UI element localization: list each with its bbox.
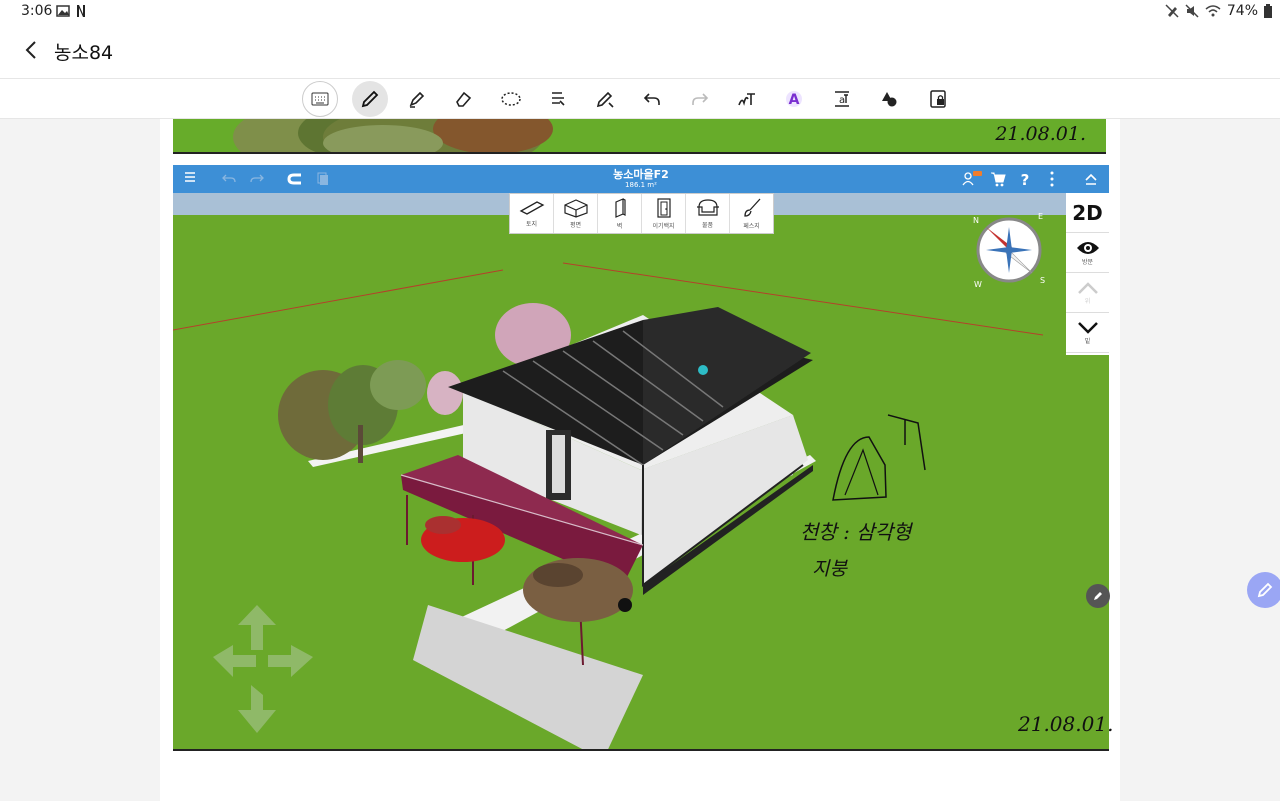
view-2d-button[interactable]: 2D: [1066, 193, 1109, 233]
homestyler-header: 농소마을F2 186.1 m² ?: [173, 165, 1109, 193]
gallery-icon: [56, 5, 70, 17]
door-icon: [656, 198, 671, 218]
lock-icon[interactable]: [920, 81, 956, 117]
compass-n: N: [973, 216, 979, 225]
community-icon[interactable]: [961, 171, 983, 187]
battery-icon: [1264, 4, 1272, 18]
svg-text:?: ?: [1021, 171, 1030, 187]
tool-wall[interactable]: 벽: [598, 194, 642, 233]
status-right: 74%: [1165, 3, 1272, 19]
build-tools-panel: 토지 평면 벽 이기백지 물품 페스지: [509, 193, 774, 234]
notification-icons: [56, 4, 86, 18]
previous-screenshot: 21.08.01.: [173, 119, 1106, 154]
eye-icon: [1076, 241, 1099, 254]
furniture-icon: [696, 199, 719, 216]
netflix-icon: [77, 5, 85, 17]
compass-icon[interactable]: N E S W: [966, 207, 1052, 293]
view-2d-label: 2D: [1072, 200, 1103, 225]
pen-icon: [1257, 582, 1273, 598]
keyboard-icon[interactable]: [302, 81, 338, 117]
tool-room[interactable]: 평면: [554, 194, 598, 233]
status-bar: 3:06 74%: [0, 0, 1280, 24]
compass-e: E: [1038, 212, 1043, 221]
tool-furniture[interactable]: 물품: [686, 194, 730, 233]
tool-label: 평면: [569, 222, 582, 229]
floating-pen-button[interactable]: [1247, 572, 1280, 608]
cart-icon[interactable]: [990, 171, 1006, 187]
more-options-icon[interactable]: [1049, 171, 1055, 187]
shapes-icon[interactable]: [871, 81, 907, 117]
floor-up-button[interactable]: 위: [1066, 273, 1109, 313]
pen-settings-icon[interactable]: [587, 81, 623, 117]
undo-icon[interactable]: [634, 81, 670, 117]
eye-label: 방문: [1081, 258, 1094, 266]
paint-brush-icon: [743, 198, 760, 217]
floor-icon: [519, 201, 544, 215]
view-side-panel: 2D 방문 위 밑: [1066, 193, 1109, 355]
tool-door[interactable]: 이기백지: [642, 194, 686, 233]
tool-label: 물품: [701, 222, 714, 229]
svg-text:a: a: [839, 95, 845, 106]
text-select-icon[interactable]: [540, 81, 576, 117]
compass-w: W: [974, 280, 982, 289]
wall-icon: [614, 198, 626, 218]
tool-label: 이기백지: [652, 223, 675, 230]
up-label: 위: [1084, 297, 1091, 305]
tree-image: [233, 119, 553, 152]
battery-percent: 74%: [1226, 3, 1258, 19]
handwritten-note-line2: 지붕: [812, 558, 847, 580]
text-format-icon[interactable]: a: [824, 81, 860, 117]
floor-down-button[interactable]: 밑: [1066, 313, 1109, 353]
tool-label: 토지: [525, 221, 538, 228]
previous-date-note: 21.08.01.: [995, 123, 1086, 145]
handwriting-text-icon[interactable]: [729, 81, 765, 117]
room-icon: [563, 199, 588, 218]
app-bar: 농소84: [0, 24, 1280, 78]
pencil-icon: [1094, 592, 1102, 600]
note-title: 농소84: [54, 42, 114, 64]
tool-paint[interactable]: 페스지: [730, 194, 773, 233]
tool-label: 페스지: [743, 223, 760, 230]
chevron-down-icon: [1077, 321, 1098, 334]
redo-icon[interactable]: [682, 81, 718, 117]
help-icon[interactable]: ?: [1019, 171, 1031, 187]
pen-off-icon: [1165, 4, 1179, 18]
pen-icon[interactable]: [352, 81, 388, 117]
view-eye-button[interactable]: 방문: [1066, 233, 1109, 273]
handwritten-note-line1: 천창 : 삼각형: [800, 520, 912, 544]
pen-toolbar: A a: [0, 78, 1280, 119]
edit-page-button[interactable]: [1086, 584, 1110, 608]
back-arrow-icon[interactable]: [20, 38, 44, 62]
homestyler-screenshot: 농소마을F2 186.1 m² ? 토지 평면 벽 이기백지 물품 페스지 N …: [173, 165, 1109, 751]
collapse-icon[interactable]: [1084, 172, 1098, 186]
mute-icon: [1185, 4, 1199, 18]
status-time: 3:06: [21, 3, 53, 19]
chevron-up-icon: [1077, 281, 1098, 294]
eraser-icon[interactable]: [445, 81, 481, 117]
lasso-icon[interactable]: [493, 81, 529, 117]
compass-s: S: [1040, 276, 1045, 285]
tool-label: 벽: [616, 223, 623, 230]
handwritten-date: 21.08.01.: [1018, 712, 1114, 736]
text-color-icon[interactable]: A: [776, 81, 812, 117]
tool-floor[interactable]: 토지: [510, 194, 554, 233]
down-label: 밑: [1084, 337, 1091, 345]
wifi-icon: [1205, 5, 1221, 17]
svg-text:A: A: [789, 92, 800, 108]
highlighter-icon[interactable]: [399, 81, 435, 117]
